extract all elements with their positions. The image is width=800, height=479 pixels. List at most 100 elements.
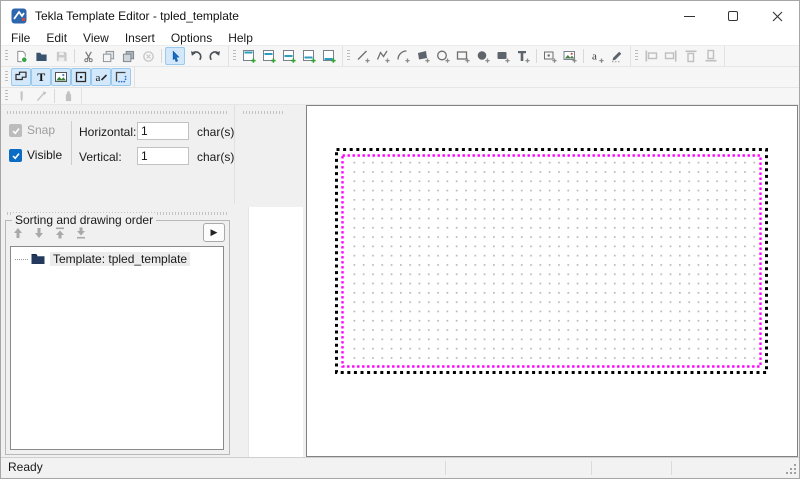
save-button[interactable]	[51, 47, 71, 65]
toolbar-properties	[1, 88, 82, 104]
maximize-button[interactable]	[711, 1, 755, 31]
snap-checkbox[interactable]	[9, 124, 22, 137]
value-field-icon	[543, 49, 557, 63]
select-button[interactable]	[165, 47, 185, 65]
align-right-icon	[664, 49, 678, 63]
delete-icon	[142, 50, 155, 63]
menu-file[interactable]: File	[3, 31, 38, 46]
arrow-to-top-icon	[53, 226, 67, 240]
move-to-front-button[interactable]	[50, 224, 69, 241]
align-left-button[interactable]	[641, 47, 661, 65]
copy-button[interactable]	[98, 47, 118, 65]
move-up-button[interactable]	[8, 224, 27, 241]
add-page-footer-button[interactable]	[299, 47, 319, 65]
minimize-button[interactable]	[667, 1, 711, 31]
window-title: Tekla Template Editor - tpled_template	[35, 9, 239, 23]
app-icon	[11, 8, 27, 24]
workspace: Snap Visible Horizontal: char(s) Vertica…	[1, 105, 799, 457]
toolbar-draw: a	[343, 46, 631, 66]
toolbar-grip[interactable]	[233, 50, 236, 62]
picture-button[interactable]	[560, 47, 580, 65]
template-canvas[interactable]	[306, 105, 798, 457]
select-pictures-toggle[interactable]	[51, 68, 71, 86]
angle-button[interactable]	[31, 87, 51, 105]
move-to-back-button[interactable]	[71, 224, 90, 241]
delete-button[interactable]	[138, 47, 158, 65]
align-bottom-icon	[704, 49, 718, 63]
filled-circle-button[interactable]	[473, 47, 493, 65]
add-header-icon	[242, 49, 256, 63]
picture-small-icon	[54, 70, 68, 84]
toolbar-standard	[1, 46, 229, 66]
polygon-button[interactable]	[413, 47, 433, 65]
add-row-button[interactable]	[279, 47, 299, 65]
edit-button[interactable]	[607, 47, 627, 65]
arrow-up-icon	[11, 226, 25, 240]
menu-options[interactable]: Options	[163, 31, 220, 46]
toolbar-separator	[74, 49, 75, 63]
order-buttons	[8, 224, 90, 241]
redo-button[interactable]	[205, 47, 225, 65]
select-value-fields-toggle[interactable]	[71, 68, 91, 86]
menu-insert[interactable]: Insert	[117, 31, 163, 46]
toolbar-grip[interactable]	[5, 50, 8, 62]
add-footer-button[interactable]	[319, 47, 339, 65]
menu-help[interactable]: Help	[220, 31, 261, 46]
align-left-icon	[644, 49, 658, 63]
menu-view[interactable]: View	[75, 31, 117, 46]
toolbar-grip[interactable]	[5, 71, 8, 83]
align-top-button[interactable]	[681, 47, 701, 65]
rectangle-button[interactable]	[453, 47, 473, 65]
polyline-button[interactable]	[373, 47, 393, 65]
select-lines-toggle[interactable]	[11, 68, 31, 86]
pen-properties-button[interactable]	[11, 87, 31, 105]
align-bottom-button[interactable]	[701, 47, 721, 65]
template-drawing	[307, 106, 797, 456]
undo-button[interactable]	[185, 47, 205, 65]
app-window: Tekla Template Editor - tpled_template F…	[0, 0, 800, 479]
toolbar-align	[631, 46, 725, 66]
component-icon	[114, 70, 128, 84]
paste-button[interactable]	[118, 47, 138, 65]
attribute-button[interactable]: a	[587, 47, 607, 65]
fill-button[interactable]	[58, 87, 78, 105]
attribute-pencil-icon: a	[94, 70, 108, 84]
close-button[interactable]	[755, 1, 799, 31]
close-icon	[772, 11, 783, 22]
open-button[interactable]	[31, 47, 51, 65]
line-button[interactable]	[353, 47, 373, 65]
toolbar-grip[interactable]	[5, 90, 8, 102]
select-components-toggle[interactable]	[111, 68, 131, 86]
toolbar-grip[interactable]	[347, 50, 350, 62]
toolbar-selectability: T a	[1, 67, 135, 87]
save-icon	[55, 50, 68, 63]
value-field-button[interactable]	[540, 47, 560, 65]
paste-icon	[122, 50, 135, 63]
select-texts-toggle[interactable]: T	[31, 68, 51, 86]
fill-bottle-icon	[62, 90, 75, 103]
tree-item-template[interactable]: Template: tpled_template	[11, 252, 223, 266]
toolbar-grip[interactable]	[635, 50, 638, 62]
panel-grip[interactable]	[7, 111, 228, 114]
move-down-button[interactable]	[29, 224, 48, 241]
snap-label: Snap	[27, 124, 55, 137]
statusbar-separator	[591, 461, 592, 475]
new-template-button[interactable]	[11, 47, 31, 65]
align-right-button[interactable]	[661, 47, 681, 65]
vertical-spacing-input[interactable]	[137, 147, 189, 165]
add-page-header-button[interactable]	[259, 47, 279, 65]
cut-button[interactable]	[78, 47, 98, 65]
panel-grip[interactable]	[243, 111, 283, 114]
horizontal-spacing-input[interactable]	[137, 122, 189, 140]
resize-grip[interactable]	[785, 463, 797, 475]
text-button[interactable]	[513, 47, 533, 65]
arc-button[interactable]	[393, 47, 413, 65]
toolbar-separator	[536, 49, 537, 63]
select-attributes-toggle[interactable]: a	[91, 68, 111, 86]
menu-edit[interactable]: Edit	[38, 31, 75, 46]
filled-rectangle-button[interactable]	[493, 47, 513, 65]
expand-button[interactable]: ▶	[203, 223, 225, 242]
visible-checkbox[interactable]	[9, 149, 22, 162]
add-header-button[interactable]	[239, 47, 259, 65]
circle-button[interactable]	[433, 47, 453, 65]
